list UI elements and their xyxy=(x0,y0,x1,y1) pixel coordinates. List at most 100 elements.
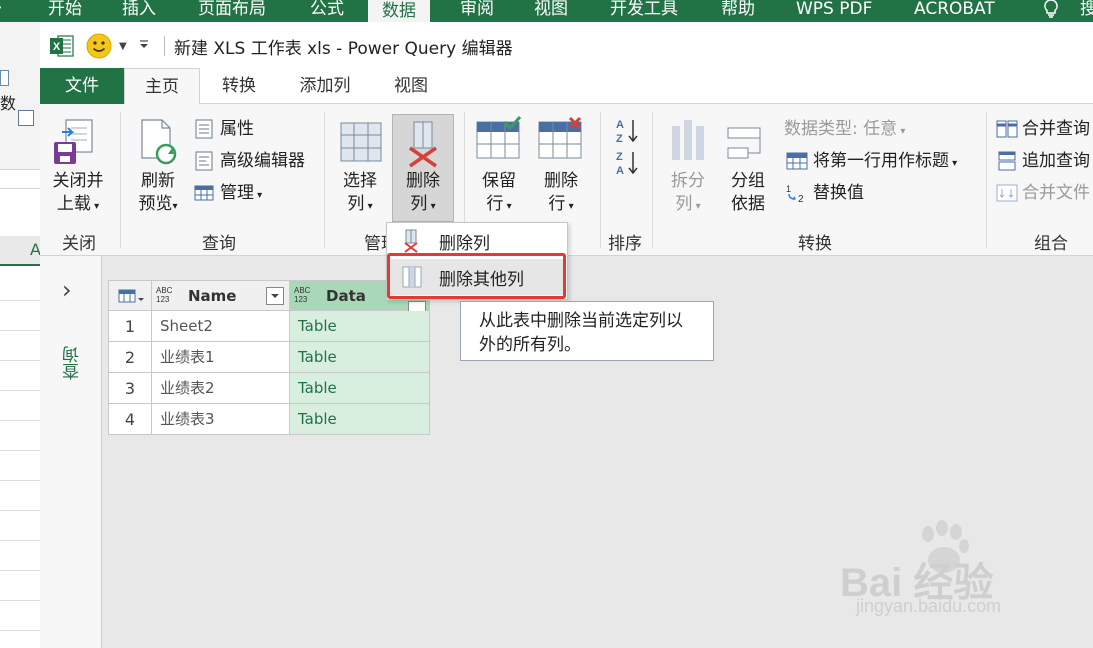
use-first-row-button[interactable]: 将第一行用作标题 ▾ xyxy=(813,149,957,176)
excel-label-fragment: 数 xyxy=(0,94,17,113)
column-expand-icon[interactable] xyxy=(408,301,426,311)
split-column-button[interactable]: 拆分 列 ▾ xyxy=(664,170,712,218)
table-cell-data[interactable]: Table xyxy=(290,373,430,404)
sort-ascending-icon[interactable]: AZ xyxy=(614,116,640,145)
sort-descending-icon[interactable]: ZA xyxy=(614,148,640,177)
group-separator xyxy=(652,112,653,248)
refresh-text: 预览 xyxy=(138,194,173,214)
remove-rows-icon[interactable] xyxy=(538,116,584,160)
tab-view[interactable]: 视图 xyxy=(380,68,442,104)
group-by-button[interactable]: 分组 依据 xyxy=(724,170,772,216)
advanced-editor-button[interactable]: 高级编辑器 xyxy=(220,149,305,173)
excel-tab-home[interactable]: 开始 xyxy=(48,0,82,20)
properties-button[interactable]: 属性 xyxy=(220,117,254,141)
row-number[interactable]: 2 xyxy=(108,342,152,373)
merge-queries-icon xyxy=(996,119,1018,139)
expand-queries-chevron-icon[interactable]: › xyxy=(62,278,72,302)
close-load-icon[interactable] xyxy=(52,118,98,168)
table-cell-data[interactable]: Table xyxy=(290,311,430,342)
chevron-down-icon[interactable]: ▼ xyxy=(119,41,127,52)
table-cell-name[interactable]: 业绩表2 xyxy=(152,373,290,404)
remove-rows-button[interactable]: 删除 行 ▾ xyxy=(536,170,586,218)
table-cell-data[interactable]: Table xyxy=(290,404,430,435)
column-filter-dropdown-icon[interactable] xyxy=(266,287,284,305)
table-cell-name[interactable]: 业绩表1 xyxy=(152,342,290,373)
merge-queries-button[interactable]: 合并查询 xyxy=(1022,117,1090,141)
title-separator xyxy=(164,36,165,56)
chevron-down-icon: ▾ xyxy=(565,201,574,212)
smiley-feedback-icon[interactable] xyxy=(85,32,113,60)
excel-tab-data[interactable]: 数据 xyxy=(368,0,430,22)
tab-add-column[interactable]: 添加列 xyxy=(288,68,362,104)
excel-tab-page-layout[interactable]: 页面布局 xyxy=(198,0,266,20)
choose-columns-button[interactable]: 选择 列 ▾ xyxy=(336,170,384,218)
data-type-label: 数据类型: 任意 xyxy=(784,119,898,139)
excel-tab-formulas[interactable]: 公式 xyxy=(310,0,344,20)
combine-files-icon xyxy=(996,183,1018,203)
svg-text:2: 2 xyxy=(798,194,804,203)
close-load-button[interactable]: 关闭并 上载 ▾ xyxy=(46,170,110,218)
column-header-name[interactable]: ABC 123 Name xyxy=(152,280,290,311)
split-column-label-1: 拆分 xyxy=(671,171,705,191)
refresh-label-1: 刷新 xyxy=(141,171,175,191)
table-cell-name[interactable]: Sheet2 xyxy=(152,311,290,342)
svg-text:1: 1 xyxy=(786,184,791,194)
keep-rows-icon[interactable] xyxy=(476,115,522,160)
excel-tab-view[interactable]: 视图 xyxy=(534,0,568,20)
excel-gridline xyxy=(0,420,40,421)
group-by-label-1: 分组 xyxy=(731,171,765,191)
tab-home[interactable]: 主页 xyxy=(124,68,200,105)
column-type-abc123-icon[interactable]: ABC 123 xyxy=(156,286,172,304)
excel-tab-search[interactable]: 搜 xyxy=(1080,0,1093,20)
combine-files-button[interactable]: 合并文件 xyxy=(1022,181,1090,205)
remove-columns-icon[interactable] xyxy=(404,120,442,168)
table-cell-data[interactable]: Table xyxy=(290,342,430,373)
excel-gridline xyxy=(0,510,40,511)
table-cell-name[interactable]: 业绩表3 xyxy=(152,404,290,435)
excel-tab-fragment[interactable]: 〉 xyxy=(0,0,11,20)
menu-item-remove-columns-label: 删除列 xyxy=(439,234,490,254)
customize-quick-access-icon[interactable] xyxy=(139,38,149,52)
excel-tab-wps-pdf[interactable]: WPS PDF xyxy=(796,0,872,20)
excel-gridline xyxy=(0,630,40,631)
tab-file[interactable]: 文件 xyxy=(40,68,124,104)
chevron-down-icon: ▾ xyxy=(254,190,263,201)
excel-tab-help[interactable]: 帮助 xyxy=(721,0,755,20)
excel-tab-review[interactable]: 审阅 xyxy=(460,0,494,20)
excel-formula-line xyxy=(0,188,40,189)
excel-tab-acrobat[interactable]: ACROBAT xyxy=(914,0,995,20)
remove-columns-label[interactable]: 删除 列 ▾ xyxy=(396,170,450,218)
choose-columns-icon[interactable] xyxy=(340,122,382,164)
manage-button[interactable]: 管理 ▾ xyxy=(220,181,262,208)
group-by-icon[interactable] xyxy=(726,124,768,164)
column-name-label: Name xyxy=(188,287,237,305)
table-menu-button[interactable] xyxy=(108,280,152,311)
row-number[interactable]: 3 xyxy=(108,373,152,404)
data-type-dropdown[interactable]: 数据类型: 任意 ▾ xyxy=(784,117,905,144)
row-number[interactable]: 4 xyxy=(108,404,152,435)
svg-text:Z: Z xyxy=(616,151,623,163)
group-label-sort: 排序 xyxy=(608,234,642,254)
excel-gridline xyxy=(0,300,40,301)
keep-rows-text: 行 xyxy=(486,194,504,214)
excel-tab-insert[interactable]: 插入 xyxy=(122,0,156,20)
keep-rows-button[interactable]: 保留 行 ▾ xyxy=(474,170,524,218)
menu-item-remove-columns[interactable]: 删除列 xyxy=(387,223,567,257)
refresh-preview-button[interactable]: 刷新 预览▾ xyxy=(130,170,186,218)
remove-rows-label-1: 删除 xyxy=(544,171,578,191)
split-column-icon[interactable] xyxy=(666,118,710,164)
excel-gridline xyxy=(0,540,40,541)
group-label-query: 查询 xyxy=(202,234,236,254)
append-queries-button[interactable]: 追加查询 xyxy=(1022,149,1090,173)
tooltip-line-2: 外的所有列。 xyxy=(479,335,581,355)
column-type-abc123-icon[interactable]: ABC 123 xyxy=(294,286,310,304)
row-number[interactable]: 1 xyxy=(108,311,152,342)
queries-pane-label[interactable]: 查询 xyxy=(60,346,83,380)
excel-tab-developer[interactable]: 开发工具 xyxy=(610,0,678,20)
tab-transform[interactable]: 转换 xyxy=(204,68,274,104)
chevron-down-icon: ▾ xyxy=(692,201,701,212)
append-queries-icon xyxy=(996,151,1018,171)
chevron-down-icon: ▾ xyxy=(172,201,178,212)
replace-values-button[interactable]: 替换值 xyxy=(813,181,864,205)
refresh-icon[interactable] xyxy=(136,118,182,168)
